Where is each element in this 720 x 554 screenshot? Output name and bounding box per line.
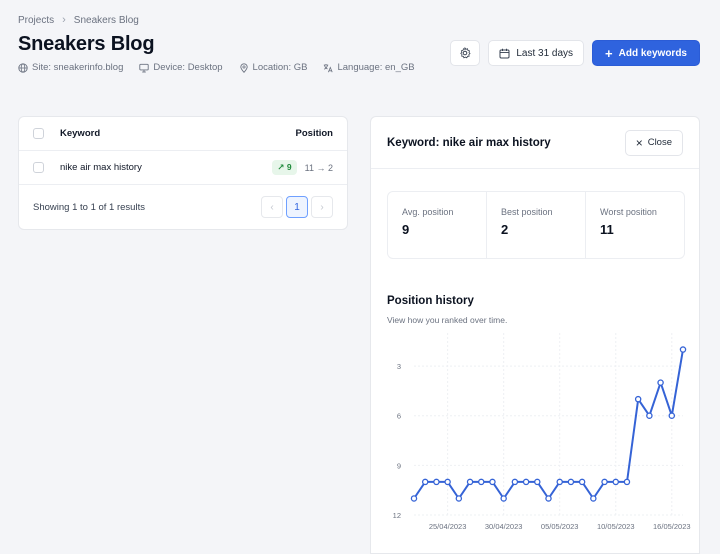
meta-site: Site: sneakerinfo.blog xyxy=(18,62,123,73)
data-point xyxy=(489,478,496,486)
data-point xyxy=(590,495,597,502)
position-change: 11 → 2 xyxy=(304,162,333,173)
y-tick-label: 3 xyxy=(397,362,401,371)
keyword-cell[interactable]: nike air max history xyxy=(60,162,272,173)
select-all-checkbox[interactable] xyxy=(33,128,44,139)
column-header-position[interactable]: Position xyxy=(296,128,333,139)
detail-header: Keyword: nike air max history × Close xyxy=(371,117,699,169)
date-range-button[interactable]: Last 31 days xyxy=(488,40,585,66)
position-history-chart: 3 6 9 12 25/04/2023 30/04/2023 05/05/2023 10/05… xyxy=(393,333,691,531)
data-point xyxy=(646,412,653,419)
data-point xyxy=(511,478,519,486)
prev-page-button[interactable]: ‹ xyxy=(261,196,283,218)
data-point xyxy=(410,495,418,502)
add-keywords-button[interactable]: + Add keywords xyxy=(592,40,700,66)
stat-best-position: Best position 2 xyxy=(487,192,586,258)
data-point xyxy=(444,478,451,486)
data-point xyxy=(578,478,586,486)
next-page-button[interactable]: › xyxy=(311,196,333,218)
meta-language-text: Language: en_GB xyxy=(337,62,415,73)
project-meta: Site: sneakerinfo.blog Device: Desktop L… xyxy=(18,62,415,73)
translate-icon xyxy=(324,63,334,72)
stat-avg-position: Avg. position 9 xyxy=(388,192,487,258)
close-label: Close xyxy=(647,137,672,148)
stat-value: 9 xyxy=(402,222,410,237)
globe-icon xyxy=(18,62,28,73)
data-point xyxy=(455,495,463,502)
data-point xyxy=(500,495,507,502)
results-count: Showing 1 to 1 of 1 results xyxy=(33,201,145,213)
history-title: Position history xyxy=(387,295,474,307)
y-tick-label: 6 xyxy=(397,412,401,421)
meta-site-text: Site: sneakerinfo.blog xyxy=(32,62,124,73)
detail-title: Keyword: nike air max history xyxy=(387,136,551,149)
y-tick-label: 9 xyxy=(397,461,401,470)
stat-label: Best position xyxy=(501,207,553,217)
calendar-icon xyxy=(499,48,510,58)
x-tick-label: 10/05/2023 xyxy=(597,522,635,531)
gear-icon xyxy=(460,47,471,59)
plus-icon: + xyxy=(605,45,613,61)
data-point xyxy=(545,495,552,502)
settings-button[interactable] xyxy=(450,40,481,66)
breadcrumb: Projects › Sneakers Blog xyxy=(18,14,139,26)
data-point xyxy=(478,478,485,486)
meta-location-text: Location: GB xyxy=(252,62,308,73)
header-actions: Last 31 days + Add keywords xyxy=(450,40,700,66)
close-button[interactable]: × Close xyxy=(624,129,683,156)
data-point xyxy=(567,478,575,486)
breadcrumb-current: Sneakers Blog xyxy=(73,14,139,26)
data-point xyxy=(623,478,631,486)
stat-label: Worst position xyxy=(600,207,657,217)
data-point xyxy=(534,478,541,486)
add-keywords-label: Add keywords xyxy=(618,47,687,59)
x-tick-label: 16/05/2023 xyxy=(653,522,691,531)
page-1-button[interactable]: 1 xyxy=(286,196,308,218)
stat-value: 2 xyxy=(501,222,509,237)
table-footer: Showing 1 to 1 of 1 results ‹ 1 › xyxy=(19,185,347,229)
x-tick-label: 25/04/2023 xyxy=(429,522,467,531)
chevron-right-icon: › xyxy=(62,14,66,26)
meta-device: Device: Desktop xyxy=(139,62,223,73)
data-point xyxy=(668,412,676,419)
map-pin-icon xyxy=(239,62,248,73)
meta-device-text: Device: Desktop xyxy=(153,62,223,73)
data-point xyxy=(522,478,530,486)
meta-language: Language: en_GB xyxy=(323,62,415,73)
data-point xyxy=(433,478,440,486)
data-point xyxy=(634,395,642,403)
position-stats: Avg. position 9 Best position 2 Worst po… xyxy=(387,191,685,259)
pagination: ‹ 1 › xyxy=(261,196,333,218)
column-header-keyword[interactable]: Keyword xyxy=(60,128,296,139)
history-subtitle: View how you ranked over time. xyxy=(387,315,508,325)
data-point xyxy=(556,478,563,486)
keyword-detail-panel: Keyword: nike air max history × Close Av… xyxy=(370,116,700,554)
stat-value: 11 xyxy=(600,222,614,237)
stat-worst-position: Worst position 11 xyxy=(586,192,684,258)
data-point xyxy=(601,478,608,486)
table-row[interactable]: nike air max history ↗ 9 11 → 2 xyxy=(19,151,347,185)
position-delta-badge: ↗ 9 xyxy=(272,160,297,175)
table-header: Keyword Position xyxy=(19,117,347,151)
meta-location: Location: GB xyxy=(239,62,308,73)
series-line xyxy=(413,349,684,500)
close-icon: × xyxy=(635,135,643,150)
x-tick-label: 30/04/2023 xyxy=(485,522,523,531)
page-title: Sneakers Blog xyxy=(18,33,155,55)
stat-label: Avg. position xyxy=(402,207,454,217)
row-checkbox[interactable] xyxy=(33,162,44,173)
x-tick-label: 05/05/2023 xyxy=(541,522,579,531)
data-point xyxy=(612,478,619,486)
data-point xyxy=(421,478,429,486)
y-tick-label: 12 xyxy=(393,511,401,520)
data-point xyxy=(466,478,474,486)
monitor-icon xyxy=(139,63,150,72)
breadcrumb-projects-link[interactable]: Projects xyxy=(18,15,54,26)
data-point xyxy=(679,346,687,353)
keywords-table: Keyword Position nike air max history ↗ … xyxy=(18,116,348,230)
date-range-label: Last 31 days xyxy=(516,47,574,59)
data-point xyxy=(657,379,664,386)
